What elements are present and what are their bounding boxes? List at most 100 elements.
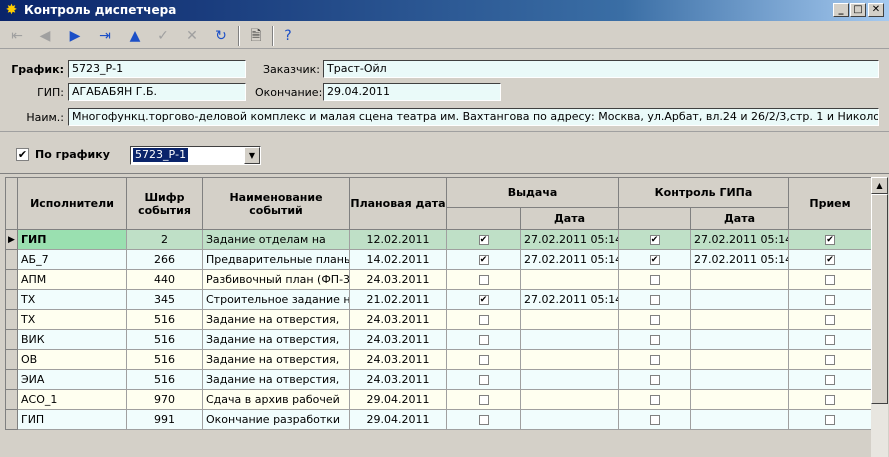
gip-control-checkbox[interactable] — [649, 375, 660, 385]
executor-cell[interactable]: ТХ — [17, 309, 127, 330]
col-gip-control[interactable]: Контроль ГИПа — [618, 177, 789, 208]
gip-control-cell[interactable]: ✔ — [618, 249, 691, 270]
gip-control-cell[interactable] — [618, 329, 691, 350]
post-icon[interactable]: ✓ — [152, 25, 174, 47]
planned-date-cell[interactable]: 24.03.2011 — [349, 269, 447, 290]
maximize-button[interactable]: □ — [850, 3, 866, 17]
reception-checkbox[interactable] — [825, 295, 835, 305]
reception-cell[interactable] — [788, 329, 872, 350]
reception-checkbox[interactable] — [825, 355, 835, 365]
reception-cell[interactable] — [788, 269, 872, 290]
scroll-up-icon[interactable]: ▲ — [871, 177, 888, 194]
col-gip-flag[interactable] — [618, 207, 691, 230]
issue-date-cell[interactable]: 27.02.2011 05:14 — [520, 229, 619, 250]
col-gip-date[interactable]: Дата — [690, 207, 789, 230]
gip-date-cell[interactable] — [690, 309, 789, 330]
col-event-name[interactable]: Наименование событий — [202, 177, 350, 230]
gip-date-cell[interactable] — [690, 269, 789, 290]
event-name-cell[interactable]: Разбивочный план (ФП-37) — [202, 269, 350, 290]
event-name-cell[interactable]: Задание на отверстия, — [202, 329, 350, 350]
issue-checkbox[interactable]: ✔ — [478, 235, 489, 245]
gip-control-cell[interactable] — [618, 369, 691, 390]
minimize-button[interactable]: _ — [833, 3, 849, 17]
reception-checkbox[interactable] — [825, 415, 835, 425]
event-name-cell[interactable]: Строительное задание на — [202, 289, 350, 310]
issue-date-cell[interactable]: 27.02.2011 05:14 — [520, 289, 619, 310]
executor-cell[interactable]: АПМ — [17, 269, 127, 290]
gip-date-cell[interactable]: 27.02.2011 05:14 — [690, 229, 789, 250]
code-cell[interactable]: 2 — [126, 229, 203, 250]
reception-checkbox[interactable] — [825, 395, 835, 405]
by-schedule-checkbox[interactable]: ✔ — [16, 148, 29, 161]
gip-control-cell[interactable] — [618, 409, 691, 430]
gip-control-checkbox[interactable] — [649, 395, 660, 405]
row-indicator[interactable]: ▶ — [5, 229, 18, 250]
executor-cell[interactable]: ТХ — [17, 289, 127, 310]
gip-date-cell[interactable] — [690, 389, 789, 410]
gip-control-cell[interactable] — [618, 349, 691, 370]
code-cell[interactable]: 266 — [126, 249, 203, 270]
issue-date-cell[interactable] — [520, 349, 619, 370]
planned-date-cell[interactable]: 29.04.2011 — [349, 389, 447, 410]
issue-checkbox[interactable] — [478, 395, 489, 405]
table-row[interactable]: ГИП 991 Окончание разработки 29.04.2011 — [5, 409, 872, 430]
refresh-icon[interactable]: ↻ — [210, 25, 232, 47]
table-row[interactable]: ТХ 345 Строительное задание на 21.02.2011 ✔ 2… — [5, 289, 872, 310]
gip-control-checkbox[interactable] — [649, 315, 660, 325]
issue-date-cell[interactable] — [520, 329, 619, 350]
code-cell[interactable]: 440 — [126, 269, 203, 290]
issue-checkbox[interactable] — [478, 315, 489, 325]
issue-cell[interactable] — [446, 409, 521, 430]
schedule-field[interactable]: 5723_Р-1 — [68, 60, 246, 78]
col-issue-flag[interactable] — [446, 207, 521, 230]
reception-checkbox[interactable] — [825, 335, 835, 345]
event-name-cell[interactable]: Окончание разработки — [202, 409, 350, 430]
code-cell[interactable]: 516 — [126, 309, 203, 330]
gip-control-checkbox[interactable] — [649, 295, 660, 305]
planned-date-cell[interactable]: 24.03.2011 — [349, 309, 447, 330]
reception-cell[interactable]: ✔ — [788, 229, 872, 250]
issue-date-cell[interactable] — [520, 389, 619, 410]
cancel-icon[interactable]: ✕ — [181, 25, 203, 47]
executor-cell[interactable]: ГИП — [17, 409, 127, 430]
issue-cell[interactable] — [446, 329, 521, 350]
row-indicator[interactable] — [5, 309, 18, 330]
issue-cell[interactable] — [446, 269, 521, 290]
code-cell[interactable]: 345 — [126, 289, 203, 310]
issue-checkbox[interactable]: ✔ — [478, 255, 489, 265]
close-button[interactable]: ✕ — [868, 3, 884, 17]
row-indicator[interactable] — [5, 369, 18, 390]
gip-field[interactable]: АГАБАБЯН Г.Б. — [68, 83, 246, 101]
event-name-cell[interactable]: Задание на отверстия, — [202, 349, 350, 370]
vertical-scrollbar[interactable]: ▲ — [871, 177, 888, 457]
reception-cell[interactable] — [788, 389, 872, 410]
row-indicator[interactable] — [5, 349, 18, 370]
table-row[interactable]: ТХ 516 Задание на отверстия, 24.03.2011 — [5, 309, 872, 330]
row-indicator[interactable] — [5, 389, 18, 410]
issue-checkbox[interactable] — [478, 375, 489, 385]
col-executors[interactable]: Исполнители — [17, 177, 127, 230]
planned-date-cell[interactable]: 12.02.2011 — [349, 229, 447, 250]
event-name-cell[interactable]: Задание отделам на — [202, 229, 350, 250]
reception-checkbox[interactable]: ✔ — [825, 255, 835, 265]
code-cell[interactable]: 516 — [126, 369, 203, 390]
planned-date-cell[interactable]: 24.03.2011 — [349, 369, 447, 390]
col-issue[interactable]: Выдача — [446, 177, 619, 208]
gip-date-cell[interactable]: 27.02.2011 05:14 — [690, 249, 789, 270]
gip-date-cell[interactable] — [690, 289, 789, 310]
gip-date-cell[interactable] — [690, 329, 789, 350]
gip-control-cell[interactable] — [618, 389, 691, 410]
name-field[interactable]: Многофункц.торгово-деловой комплекс и ма… — [68, 108, 879, 126]
first-record-icon[interactable]: ⇤ — [6, 25, 28, 47]
gip-control-checkbox[interactable] — [649, 415, 660, 425]
reception-checkbox[interactable]: ✔ — [825, 235, 835, 245]
executor-cell[interactable]: АБ_7 — [17, 249, 127, 270]
issue-checkbox[interactable] — [478, 335, 489, 345]
issue-checkbox[interactable] — [478, 355, 489, 365]
code-cell[interactable]: 516 — [126, 349, 203, 370]
issue-cell[interactable] — [446, 389, 521, 410]
col-reception[interactable]: Прием — [788, 177, 872, 230]
issue-cell[interactable]: ✔ — [446, 289, 521, 310]
planned-date-cell[interactable]: 21.02.2011 — [349, 289, 447, 310]
gip-date-cell[interactable] — [690, 409, 789, 430]
